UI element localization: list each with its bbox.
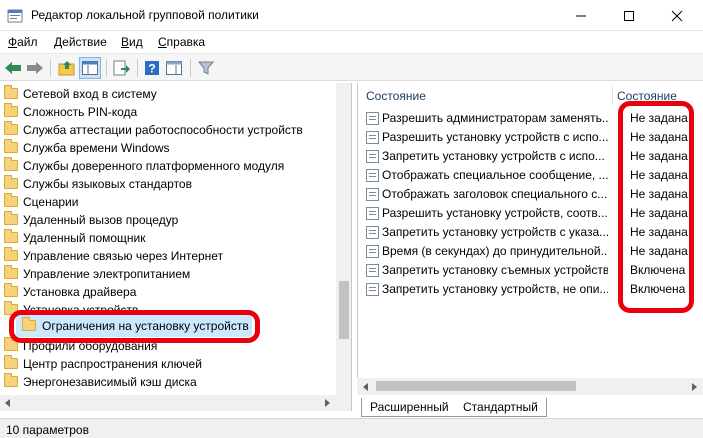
policy-setting-icon [366, 283, 379, 296]
tree-item[interactable]: Служба аттестации работоспособности устр… [0, 121, 336, 139]
filter-button[interactable] [195, 57, 217, 79]
up-folder-button[interactable] [56, 57, 78, 79]
tree-item[interactable]: Сложность PIN-кода [0, 103, 336, 121]
policy-setting-icon [366, 226, 379, 239]
policy-setting-icon [366, 188, 379, 201]
menu-view[interactable]: Вид [121, 35, 143, 49]
close-icon [671, 10, 683, 21]
menu-file[interactable]: Файл [8, 35, 38, 49]
highlight-annotation [9, 310, 260, 343]
folder-icon [4, 229, 18, 243]
status-bar: 10 параметров [0, 418, 703, 438]
scrollbar-thumb[interactable] [376, 381, 576, 391]
window-title: Редактор локальной групповой политики [31, 8, 259, 22]
maximize-icon [624, 10, 634, 21]
tree-item[interactable]: Служба времени Windows [0, 139, 336, 157]
maximize-button[interactable] [606, 0, 652, 31]
up-folder-icon [58, 61, 75, 76]
tab-standard[interactable]: Стандартный [455, 398, 547, 417]
export-list-button[interactable] [111, 57, 133, 79]
filter-icon [198, 61, 214, 75]
tree-vertical-scrollbar[interactable] [336, 83, 351, 395]
tree-item[interactable]: Удаленный помощник [0, 229, 336, 247]
menu-help[interactable]: Справка [158, 35, 205, 49]
console-tree-pane: Сетевой вход в систему Сложность PIN-код… [0, 83, 352, 395]
folder-icon [4, 283, 18, 297]
details-pane: Состояние Состояние Разрешить администра… [357, 83, 703, 395]
highlight-annotation [618, 101, 694, 313]
svg-text:?: ? [148, 62, 155, 76]
column-header-name[interactable]: Состояние [366, 89, 426, 103]
menu-bar: Файл Действие Вид Справка [0, 32, 703, 52]
folder-icon [4, 139, 18, 153]
status-text: 10 параметров [6, 423, 89, 437]
scroll-right-icon [325, 399, 330, 407]
forward-button[interactable] [24, 57, 46, 79]
forward-icon [27, 62, 43, 74]
close-button[interactable] [654, 0, 700, 31]
details-horizontal-scrollbar[interactable] [357, 378, 703, 395]
folder-icon [4, 175, 18, 189]
policy-setting-icon [366, 112, 379, 125]
scroll-right-icon [692, 383, 697, 391]
policy-setting-icon [366, 207, 379, 220]
export-list-icon [113, 60, 130, 76]
group-policy-app-icon [7, 9, 23, 23]
properties-pane-button[interactable] [163, 57, 185, 79]
folder-icon [4, 103, 18, 117]
tab-extended[interactable]: Расширенный [361, 398, 458, 417]
tree-item[interactable]: Центр распространения ключей [0, 355, 336, 373]
scroll-left-icon [363, 383, 368, 391]
help-icon: ? [145, 61, 159, 76]
back-button[interactable] [2, 57, 24, 79]
back-icon [5, 62, 21, 74]
tree-item[interactable]: Сетевой вход в систему [0, 85, 336, 103]
menu-action[interactable]: Действие [54, 35, 107, 49]
scroll-left-icon [5, 399, 10, 407]
properties-pane-icon [166, 61, 182, 75]
scrollbar-thumb[interactable] [339, 281, 349, 339]
minimize-button[interactable] [558, 0, 604, 31]
folder-icon [4, 211, 18, 225]
policy-setting-icon [366, 131, 379, 144]
folder-icon [4, 265, 18, 279]
folder-icon [4, 121, 18, 135]
minimize-icon [576, 15, 586, 16]
tree-item[interactable]: Службы доверенного платформенного модуля [0, 157, 336, 175]
tree-item[interactable]: Установка драйвера [0, 283, 336, 301]
tree-item[interactable]: Службы языковых стандартов [0, 175, 336, 193]
tree-item[interactable]: Сценарии [0, 193, 336, 211]
tree-item[interactable]: Удаленный вызов процедур [0, 211, 336, 229]
folder-icon [4, 373, 18, 387]
toolbar: ? [0, 53, 703, 81]
help-button[interactable]: ? [141, 57, 163, 79]
tree-item[interactable]: Управление связью через Интернет [0, 247, 336, 265]
tree-item[interactable]: Управление электропитанием [0, 265, 336, 283]
policy-setting-icon [366, 169, 379, 182]
folder-icon [4, 157, 18, 171]
folder-icon [4, 193, 18, 207]
policy-setting-icon [366, 264, 379, 277]
folder-icon [4, 85, 18, 99]
title-bar: Редактор локальной групповой политики [0, 0, 703, 31]
show-hide-tree-icon [82, 61, 98, 75]
view-tabs: Расширенный Стандартный [357, 397, 703, 417]
tree-horizontal-scrollbar[interactable] [0, 395, 352, 411]
folder-icon [4, 247, 18, 261]
tree-item[interactable]: Энергонезависимый кэш диска [0, 373, 336, 391]
show-hide-tree-button[interactable] [79, 57, 101, 79]
policy-setting-icon [366, 245, 379, 258]
folder-icon [4, 355, 18, 369]
policy-setting-icon [366, 150, 379, 163]
